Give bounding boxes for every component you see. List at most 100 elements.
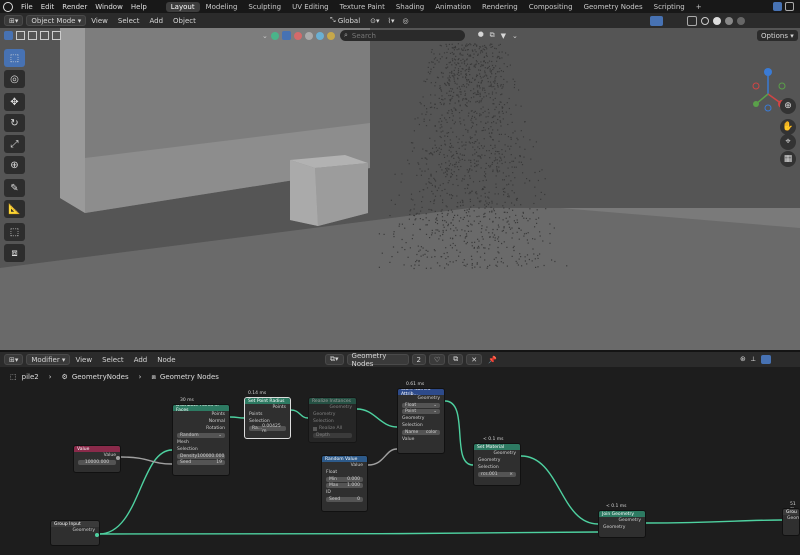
tool-transform[interactable]: ⊕ (4, 156, 25, 174)
select-box-icon[interactable] (4, 31, 13, 40)
join-geometry-node[interactable]: Join Geometry Geometry Geometry (598, 510, 646, 538)
camera-filter-icon[interactable] (304, 31, 313, 40)
distribute-seed-field[interactable]: Seed 19 (177, 460, 225, 465)
copy-icon[interactable]: ⧉ (490, 31, 495, 40)
orientation-dropdown[interactable]: Global (338, 17, 360, 25)
store-name-field[interactable]: Name color (402, 430, 440, 435)
tool-annotate[interactable]: ✎ (4, 179, 25, 197)
set-point-radius-node[interactable]: Set Point Radius Points Points Selection… (244, 397, 291, 439)
distribute-points-node[interactable]: Distribute Points in Faces Points Normal… (172, 404, 230, 476)
menu-help[interactable]: Help (127, 3, 151, 11)
store-named-attribute-node[interactable]: Store Named Attrib... Geometry Float ⌄ Po… (397, 388, 445, 454)
vp-menu-add[interactable]: Add (144, 17, 168, 25)
random-seed-field[interactable]: Seed 0 (326, 497, 363, 502)
snap-node-icon[interactable]: ⊛ (740, 355, 746, 364)
object-mode-dropdown[interactable]: Object Mode ▾ (26, 15, 87, 26)
menu-window[interactable]: Window (91, 3, 127, 11)
tool-add-cube[interactable]: ⬚ (4, 223, 25, 241)
duplicate-icon[interactable]: ⧉ (448, 354, 464, 365)
other-filter-icon[interactable] (326, 31, 335, 40)
tab-sculpting[interactable]: Sculpting (243, 2, 286, 12)
node-tree-browse-button[interactable]: ⧉▾ (325, 354, 344, 365)
camera-view-icon[interactable]: ⌖ (780, 134, 796, 150)
value-socket[interactable] (116, 456, 120, 460)
filter-dropdown-icon[interactable]: ⌄ (262, 32, 268, 40)
material-selector[interactable]: rcs.001 × (478, 472, 516, 477)
gizmo-toggle-icon[interactable] (650, 15, 663, 26)
tool-measure[interactable]: 📐 (4, 200, 25, 218)
material-shading-icon[interactable] (725, 16, 733, 25)
pan-hand-icon[interactable]: ✋ (780, 119, 796, 135)
store-type-dropdown[interactable]: Float ⌄ (402, 403, 440, 408)
random-value-node[interactable]: Random Value Value Float Min 0.000 Max 1.0… (321, 455, 368, 512)
solid-shading-icon[interactable] (713, 16, 721, 25)
tool-add-object[interactable]: ⧈ (4, 244, 25, 262)
tab-rendering[interactable]: Rendering (477, 2, 523, 12)
node-tree-name-field[interactable]: Geometry Nodes (346, 352, 409, 368)
distribute-density-field[interactable]: Density 100000.000 (177, 454, 225, 459)
select-mode-subtract-icon[interactable] (40, 31, 49, 40)
node-tree-users[interactable]: 2 (411, 354, 426, 365)
ne-overlay-toggle-icon[interactable] (760, 355, 771, 364)
wireframe-shading-icon[interactable] (701, 16, 709, 25)
object-filter-icon[interactable] (281, 31, 291, 40)
perspective-grid-icon[interactable]: ▦ (780, 151, 796, 167)
realize-all-checkbox[interactable]: Realize All (309, 425, 356, 432)
light-filter-icon[interactable] (293, 31, 302, 40)
select-mode-invert-icon[interactable] (52, 31, 61, 40)
radius-field[interactable]: Ra... 0.00425 m (249, 424, 286, 434)
3d-viewport[interactable]: ⌄ ⌕ Search ⯃ ⧉ ▼ ⌄ Options ▾ ⬚ ◎ ✥ ↻ ⤢ ⊕… (0, 28, 800, 350)
tool-select-box[interactable]: ⬚ (4, 49, 25, 67)
select-mode-new-icon[interactable] (16, 31, 25, 40)
tab-modeling[interactable]: Modeling (201, 2, 243, 12)
realize-depth-field[interactable]: Depth (313, 433, 352, 438)
vp-menu-object[interactable]: Object (168, 17, 201, 25)
vp-menu-view[interactable]: View (86, 17, 113, 25)
bookmark-icon[interactable]: ⯃ (478, 31, 484, 40)
value-node[interactable]: Value Value 10000.000 (73, 445, 121, 473)
search-input[interactable]: ⌕ Search (340, 30, 465, 41)
select-mode-extend-icon[interactable] (28, 31, 37, 40)
unlink-icon[interactable]: ✕ (466, 354, 483, 365)
tool-scale[interactable]: ⤢ (4, 135, 25, 153)
distribute-method-dropdown[interactable]: Random ⌄ (177, 433, 225, 438)
set-material-node[interactable]: Set Material Geometry Geometry Selection… (473, 443, 521, 486)
tool-rotate[interactable]: ↻ (4, 114, 25, 132)
more-icon[interactable]: ⌄ (512, 32, 518, 40)
breadcrumb-tree[interactable]: Geometry Nodes (160, 373, 219, 381)
overlay-icon[interactable]: ⟂ (751, 355, 756, 364)
breadcrumb-object[interactable]: pile2 (22, 373, 39, 381)
fake-user-icon[interactable]: ♡ (428, 354, 446, 365)
ne-menu-view[interactable]: View (70, 356, 97, 364)
tab-shading[interactable]: Shading (391, 2, 429, 12)
menu-file[interactable]: File (17, 3, 37, 11)
random-min-field[interactable]: Min 0.000 (326, 477, 363, 482)
store-domain-dropdown[interactable]: Point ⌄ (402, 409, 440, 414)
snap-icon[interactable]: ⌇▾ (388, 17, 395, 25)
pin-icon[interactable]: 📌 (488, 356, 497, 364)
tool-move[interactable]: ✥ (4, 93, 25, 111)
blender-logo-icon[interactable] (3, 1, 13, 12)
add-workspace-button[interactable]: + (691, 2, 707, 12)
proportional-edit-icon[interactable]: ◎ (403, 17, 409, 25)
ne-menu-select[interactable]: Select (97, 356, 129, 364)
tab-animation[interactable]: Animation (430, 2, 476, 12)
group-input-geometry-socket[interactable] (95, 533, 99, 537)
visibility-filter-icon[interactable] (270, 31, 279, 40)
pivot-icon[interactable]: ⊙▾ (370, 17, 379, 25)
vp-menu-select[interactable]: Select (113, 17, 145, 25)
scene-icon[interactable] (773, 2, 782, 11)
tab-texture-paint[interactable]: Texture Paint (335, 2, 390, 12)
world-filter-icon[interactable] (315, 31, 324, 40)
rendered-shading-icon[interactable] (737, 16, 745, 25)
breadcrumb-modifier[interactable]: GeometryNodes (72, 373, 129, 381)
editor-type-button[interactable]: ⊞▾ (4, 15, 24, 26)
ne-menu-node[interactable]: Node (152, 356, 180, 364)
tab-scripting[interactable]: Scripting (649, 2, 690, 12)
random-max-field[interactable]: Max 1.000 (326, 483, 363, 488)
tab-compositing[interactable]: Compositing (524, 2, 578, 12)
modifier-dropdown[interactable]: Modifier ▾ (26, 354, 71, 365)
menu-edit[interactable]: Edit (37, 3, 59, 11)
filter-icon[interactable]: ▼ (501, 32, 506, 40)
realize-instances-node[interactable]: Realize Instances Geometry Geometry Sele… (308, 397, 357, 443)
